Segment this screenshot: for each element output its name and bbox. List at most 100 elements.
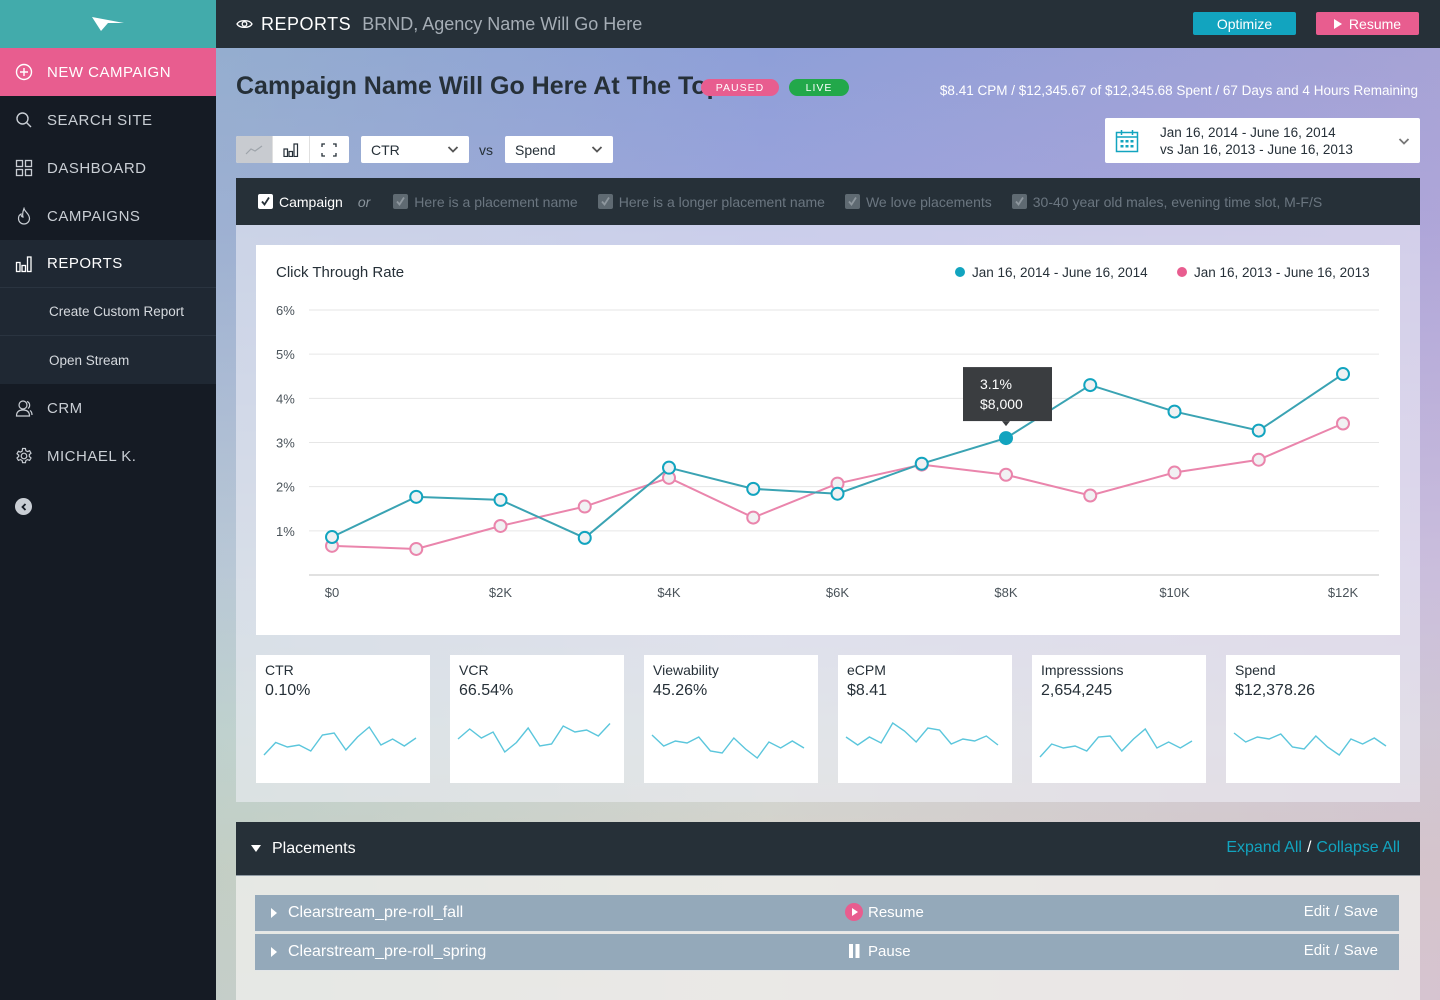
kpi-label: CTR [265,662,294,678]
chart-title: Click Through Rate [276,264,404,281]
data-point[interactable] [1167,465,1182,480]
logo-bar[interactable] [0,0,216,48]
placement-resume-button[interactable]: Resume [845,903,924,921]
data-point[interactable] [577,499,592,514]
y-tick-label: 2% [276,480,295,495]
filter-placement[interactable]: 30-40 year old males, evening time slot,… [1011,193,1323,210]
gear-icon [15,447,33,465]
placement-row[interactable]: Clearstream_pre-roll_spring Pause Edit / S… [255,934,1399,971]
kpi-card-ctr[interactable]: CTR 0.10% [256,655,430,783]
filter-label: 30-40 year old males, evening time slot,… [1032,193,1323,210]
tooltip-spend: $8,000 [980,396,1023,412]
collapse-all-link[interactable]: Collapse All [1316,839,1400,856]
line-chart-icon [245,145,263,154]
filter-placement[interactable]: Here is a longer placement name [597,194,825,210]
data-point[interactable] [746,481,761,496]
sparkline [845,721,999,746]
optimize-button[interactable]: Optimize [1193,12,1296,35]
chevron-down-icon [591,146,603,153]
section-title: REPORTS [261,13,352,34]
placement-pause-button[interactable]: Pause [845,942,911,960]
data-point[interactable] [662,460,676,475]
data-point[interactable] [1083,488,1098,503]
expand-all-link[interactable]: Expand All [1226,839,1302,856]
filter-placement[interactable]: Here is a placement name [393,194,578,210]
ctr-line-chart[interactable]: Click Through Rate 1% 2% 3% 4% 5% 6% $0 $2K $4K $6… [256,245,1400,635]
vs-label: vs [479,142,493,158]
edit-link[interactable]: Edit [1304,942,1330,959]
data-point[interactable] [830,486,845,501]
checkbox-disabled-icon[interactable] [844,194,860,209]
placement-row[interactable]: Clearstream_pre-roll_fall Resume Edit / Sa… [255,895,1399,932]
collapse-sidebar-button[interactable] [15,498,32,515]
data-point[interactable] [409,489,424,504]
caret-right-icon[interactable] [271,947,277,957]
kpi-label: Viewability [653,662,719,678]
placements-title: Placements [272,839,356,857]
sidebar-item-search[interactable]: SEARCH SITE [0,96,216,144]
status-badge-live: LIVE [789,79,849,96]
new-campaign-button[interactable]: NEW CAMPAIGN [0,48,216,96]
sidebar-item-reports[interactable]: REPORTS [0,240,216,288]
data-point[interactable] [1167,404,1182,419]
plus-circle-icon [15,63,33,81]
chevron-down-icon [1398,138,1410,145]
data-point[interactable] [325,530,339,545]
placements-header[interactable]: Placements Expand All / Collapse All [236,822,1420,876]
edit-link[interactable]: Edit [1304,903,1330,920]
checkbox-disabled-icon[interactable] [393,194,409,209]
kpi-value: $8.41 [847,682,888,699]
checkbox-disabled-icon[interactable] [597,194,613,209]
checkbox-disabled-icon[interactable] [1011,194,1027,209]
resume-button[interactable]: Resume [1316,12,1419,35]
filter-placement[interactable]: We love placements [844,194,992,210]
sidebar-item-michael-k[interactable]: MICHAEL K. [0,432,216,480]
data-point[interactable] [493,518,508,533]
data-point[interactable] [409,541,424,556]
kpi-card-vcr[interactable]: VCR 66.54% [450,655,624,783]
data-point[interactable] [1336,416,1350,431]
sparkline-path [457,723,611,754]
data-point[interactable] [1251,423,1266,438]
kpi-value: 0.10% [265,682,311,699]
sidebar-item-dashboard[interactable]: DASHBOARD [0,144,216,192]
x-tick-label: $0 [325,585,339,600]
bar-chart-icon [283,142,299,157]
fullscreen-toggle[interactable] [310,136,347,163]
filter-campaign[interactable]: Campaign [258,194,343,210]
caret-right-icon[interactable] [271,908,277,918]
separator: / [1306,839,1312,856]
data-point[interactable] [1083,378,1098,393]
checkbox-checked-icon[interactable] [258,194,273,209]
sidebar-item-campaigns[interactable]: CAMPAIGNS [0,192,216,240]
kpi-card-ecpm[interactable]: eCPM $8.41 [838,655,1012,783]
compare-select[interactable]: Spend [505,136,613,163]
save-link[interactable]: Save [1344,903,1378,920]
users-icon [15,399,33,417]
line-chart-toggle[interactable] [236,136,273,163]
sparkline-path [1233,732,1387,756]
kpi-card-spend[interactable]: Spend $12,378.26 [1226,655,1400,783]
data-point[interactable] [577,530,592,545]
date-range-picker[interactable]: Jan 16, 2014 - June 16, 2014 vs Jan 16, … [1105,118,1420,163]
data-point[interactable] [914,456,929,471]
kpi-value: $12,378.26 [1235,682,1316,699]
data-point[interactable] [999,467,1013,482]
data-point[interactable] [746,510,761,525]
data-point[interactable] [493,492,508,507]
data-point[interactable] [999,431,1013,446]
data-point[interactable] [1251,452,1266,467]
search-icon [15,111,33,129]
top-bar: REPORTS BRND, Agency Name Will Go Here O… [216,0,1440,48]
data-point[interactable] [1336,367,1350,382]
optimize-label: Optimize [1216,15,1273,32]
metric-select[interactable]: CTR [361,136,469,163]
kpi-card-viewability[interactable]: Viewability 45.26% [644,655,818,783]
separator: / [1334,942,1339,959]
sidebar-item-crm[interactable]: CRM [0,384,216,432]
sidebar-subitem-open-stream[interactable]: Open Stream [0,336,216,384]
save-link[interactable]: Save [1344,942,1378,959]
sidebar-subitem-create-custom-report[interactable]: Create Custom Report [0,288,216,336]
bar-chart-toggle[interactable] [273,136,310,163]
kpi-card-impressions[interactable]: Impresssions 2,654,245 [1032,655,1206,783]
